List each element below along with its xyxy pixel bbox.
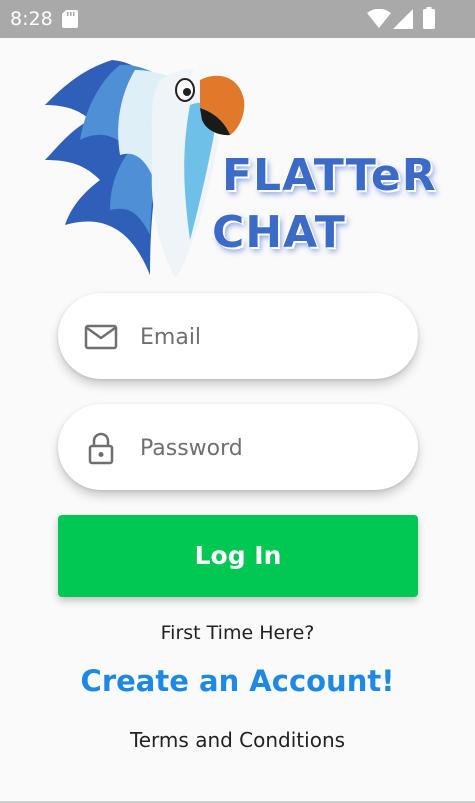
lock-icon — [88, 432, 114, 465]
first-time-label: First Time Here? — [160, 622, 315, 644]
status-bar: 8:28 — [0, 0, 475, 38]
login-screen: 8:28 FLATTeR CHAT Email Log In First Tim… — [0, 0, 475, 803]
signal-icon — [393, 9, 413, 29]
password-field[interactable] — [58, 404, 418, 490]
mail-icon — [84, 324, 118, 350]
sd-card-icon — [62, 10, 78, 28]
password-input[interactable] — [138, 424, 402, 472]
logo-title-line2: CHAT — [212, 207, 346, 258]
status-time: 8:28 — [10, 8, 53, 30]
login-button[interactable]: Log In — [58, 515, 418, 597]
email-input[interactable] — [138, 313, 402, 361]
terms-link[interactable]: Terms and Conditions — [0, 728, 475, 752]
logo-title-line1: FLATTeR — [222, 150, 437, 201]
email-field[interactable] — [58, 293, 418, 379]
create-account-link[interactable]: Create an Account! — [0, 664, 475, 698]
wifi-icon — [367, 9, 391, 28]
battery-icon — [423, 7, 435, 29]
